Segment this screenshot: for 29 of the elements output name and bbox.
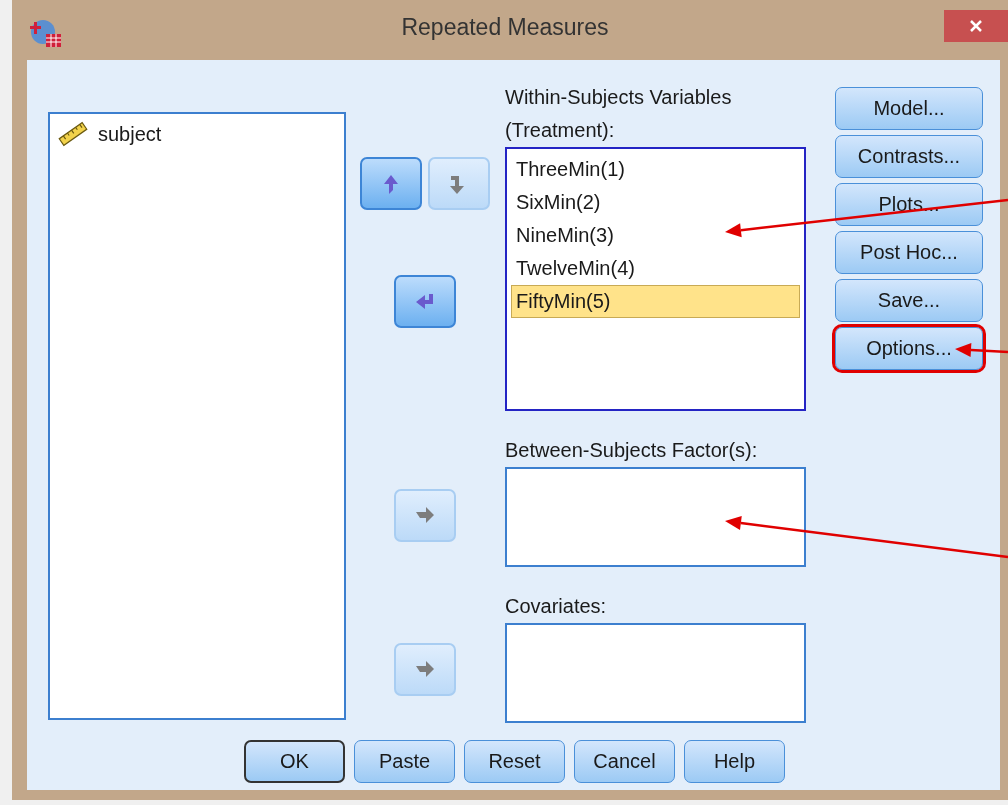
between-subjects-list[interactable] — [505, 467, 806, 567]
close-icon — [968, 18, 984, 34]
dialog-button[interactable]: Save... — [835, 279, 983, 322]
dialog-button[interactable]: Cancel — [574, 740, 675, 783]
covariates-label: Covariates: — [505, 594, 608, 619]
dialog-button[interactable]: Reset — [464, 740, 565, 783]
dialog-button[interactable]: Help — [684, 740, 785, 783]
list-item[interactable]: SixMin(2) — [511, 186, 800, 219]
move-button[interactable] — [360, 157, 422, 210]
list-item[interactable]: ThreeMin(1) — [511, 153, 800, 186]
close-button[interactable] — [944, 10, 1008, 42]
variable-item[interactable]: subject — [58, 118, 336, 150]
covariates-list[interactable] — [505, 623, 806, 723]
window-title: Repeated Measures — [400, 13, 610, 41]
dialog-button[interactable]: Contrasts... — [835, 135, 983, 178]
dialog-button[interactable]: OK — [244, 740, 345, 783]
dialog-button[interactable]: Post Hoc... — [835, 231, 983, 274]
dialog-button[interactable]: Options... — [835, 327, 983, 370]
dialog-button[interactable]: Paste — [354, 740, 455, 783]
list-item[interactable]: TwelveMin(4) — [511, 252, 800, 285]
between-subjects-label: Between-Subjects Factor(s): — [505, 438, 759, 463]
within-subjects-label: Within-Subjects Variables — [505, 85, 733, 110]
annotation-arrow — [955, 342, 1008, 357]
move-button[interactable] — [394, 275, 456, 328]
dialog-button[interactable]: Model... — [835, 87, 983, 130]
list-item[interactable]: FiftyMin(5) — [511, 285, 800, 318]
factor-label: (Treatment): — [505, 118, 616, 143]
app-icon — [30, 18, 62, 48]
list-item[interactable]: NineMin(3) — [511, 219, 800, 252]
